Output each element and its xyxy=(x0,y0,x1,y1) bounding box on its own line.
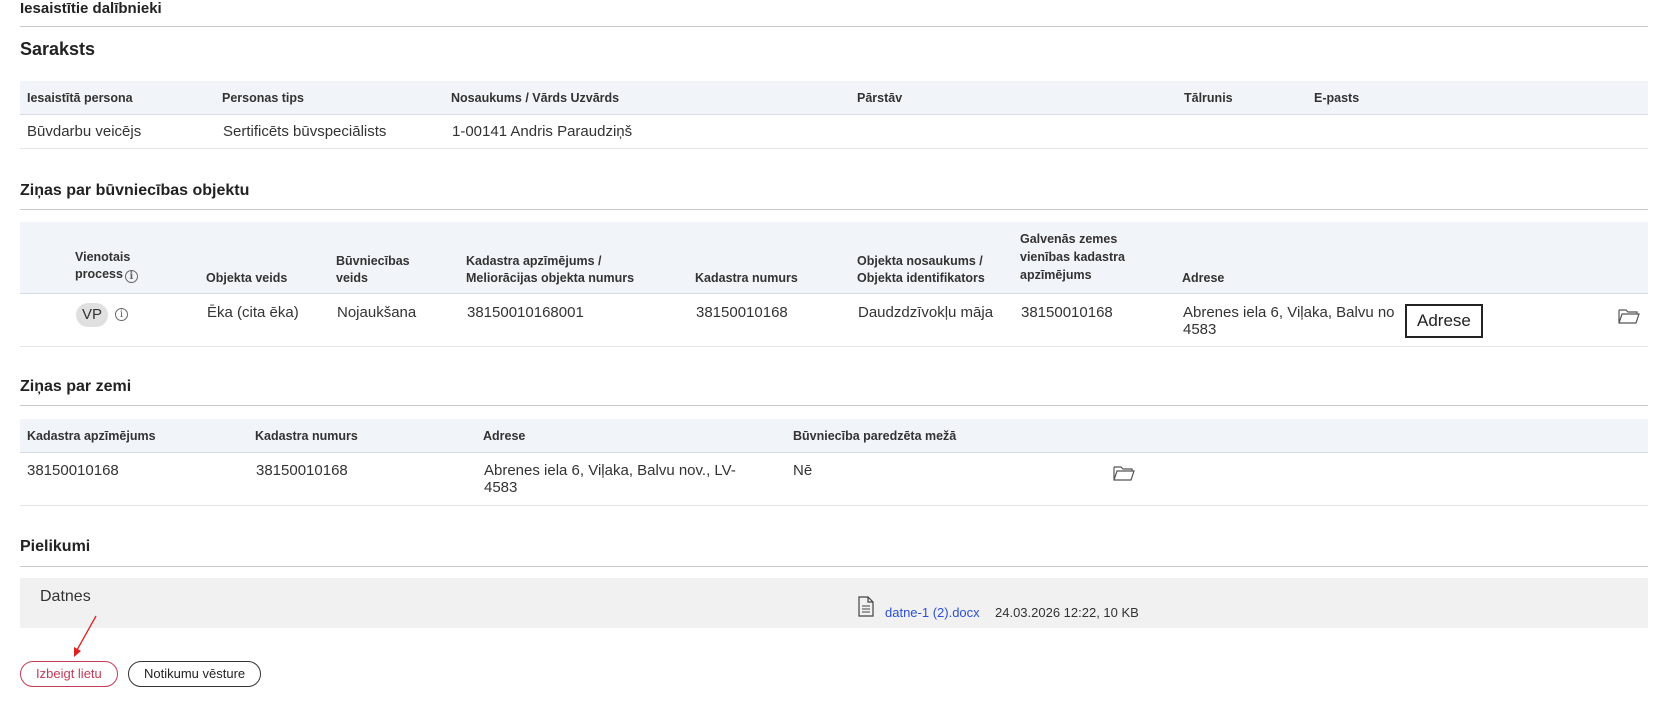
land-section-title: Ziņas par zemi xyxy=(20,378,132,395)
table-cell: 38150010168 xyxy=(696,304,788,321)
col-header: veids xyxy=(336,271,368,285)
process-badge: VP xyxy=(76,303,108,327)
col-header: Objekta identifikators xyxy=(857,271,985,285)
table-row: Būvdarbu veicējs Sertificēts būvspeciāli… xyxy=(20,115,1648,149)
table-cell: Ēka (cita ēka) xyxy=(207,304,299,321)
table-cell: 38150010168 xyxy=(27,462,119,479)
address-tooltip: Adrese xyxy=(1405,304,1483,338)
col-header: vienības kadastra xyxy=(1020,250,1125,264)
table-cell: 38150010168001 xyxy=(467,304,584,321)
info-icon[interactable]: i xyxy=(124,270,138,283)
col-header: Kadastra numurs xyxy=(695,271,798,285)
attachments-label: Datnes xyxy=(40,588,91,605)
address-line: 4583 xyxy=(484,479,518,496)
address-line: Abrenes iela 6, Viļaka, Balvu no xyxy=(1183,304,1395,321)
table-row: 38150010168 38150010168 Abrenes iela 6, … xyxy=(20,453,1648,506)
table-cell: Daudzdzīvokļu māja xyxy=(858,304,994,321)
divider xyxy=(20,209,1648,210)
folder-icon[interactable] xyxy=(1113,465,1135,481)
col-header: Nosaukums / Vārds Uzvārds xyxy=(451,91,620,105)
col-header: E-pasts xyxy=(1314,91,1360,105)
table-cell: Būvdarbu veicējs xyxy=(27,123,142,140)
info-icon[interactable]: i xyxy=(115,308,128,321)
col-header: Kadastra apzīmējums / xyxy=(466,254,602,268)
attachments-box xyxy=(20,578,1648,628)
col-header: process i xyxy=(75,266,138,283)
col-header: Būvniecības xyxy=(336,254,410,268)
col-header: Meliorācijas objekta numurs xyxy=(466,271,635,285)
table-cell: 38150010168 xyxy=(1021,304,1113,321)
folder-icon[interactable] xyxy=(1618,308,1640,324)
object-section-title: Ziņas par būvniecības objektu xyxy=(20,182,250,199)
file-link[interactable]: datne-1 (2).docx xyxy=(885,605,980,620)
col-header: Objekta nosaukums / xyxy=(857,254,983,268)
address-line: Abrenes iela 6, Viļaka, Balvu nov., LV- xyxy=(484,462,736,479)
address-line: 4583 xyxy=(1183,321,1217,338)
col-header: Tālrunis xyxy=(1184,91,1233,105)
divider xyxy=(20,26,1648,27)
page-title: Iesaistītie dalībnieki xyxy=(20,0,162,17)
col-header: Personas tips xyxy=(222,91,304,105)
list-section-title: Saraksts xyxy=(20,39,96,59)
col-header: Adrese xyxy=(483,429,526,443)
col-header: Adrese xyxy=(1182,271,1225,285)
end-case-button[interactable]: Izbeigt lietu xyxy=(20,661,118,687)
event-history-button[interactable]: Notikumu vēsture xyxy=(128,661,262,687)
divider xyxy=(20,566,1648,567)
document-icon xyxy=(858,596,874,617)
table-cell: Nojaukšana xyxy=(337,304,417,321)
list-table-header: Iesaistītā persona Personas tips Nosauku… xyxy=(20,81,1648,115)
table-cell: 38150010168 xyxy=(256,462,348,479)
table-cell: 1-00141 Andris Paraudziņš xyxy=(452,123,633,140)
col-header: Pārstāv xyxy=(857,91,903,105)
divider xyxy=(20,405,1648,406)
col-header: Būvniecība paredzēta mežā xyxy=(793,429,957,443)
land-table-header: Kadastra apzīmējums Kadastra numurs Adre… xyxy=(20,419,1648,453)
table-cell: Nē xyxy=(793,462,813,479)
col-header: Objekta veids xyxy=(206,271,288,285)
col-header: Kadastra numurs xyxy=(255,429,358,443)
attachments-section-title: Pielikumi xyxy=(20,538,91,555)
col-header: apzīmējums xyxy=(1020,268,1092,282)
object-table-header: Vienotais process i Objekta veids Būvniec… xyxy=(20,222,1648,294)
table-cell: Sertificēts būvspeciālists xyxy=(223,123,387,140)
col-header: Iesaistītā persona xyxy=(27,91,133,105)
table-row: VP i Ēka (cita ēka) Nojaukšana 381500101… xyxy=(20,294,1648,347)
file-meta: 24.03.2026 12:22, 10 KB xyxy=(995,605,1139,620)
col-header: Galvenās zemes xyxy=(1020,232,1118,246)
col-header: Vienotais xyxy=(75,250,131,264)
annotation-arrow-icon xyxy=(74,615,97,657)
col-header: Kadastra apzīmējums xyxy=(27,429,156,443)
